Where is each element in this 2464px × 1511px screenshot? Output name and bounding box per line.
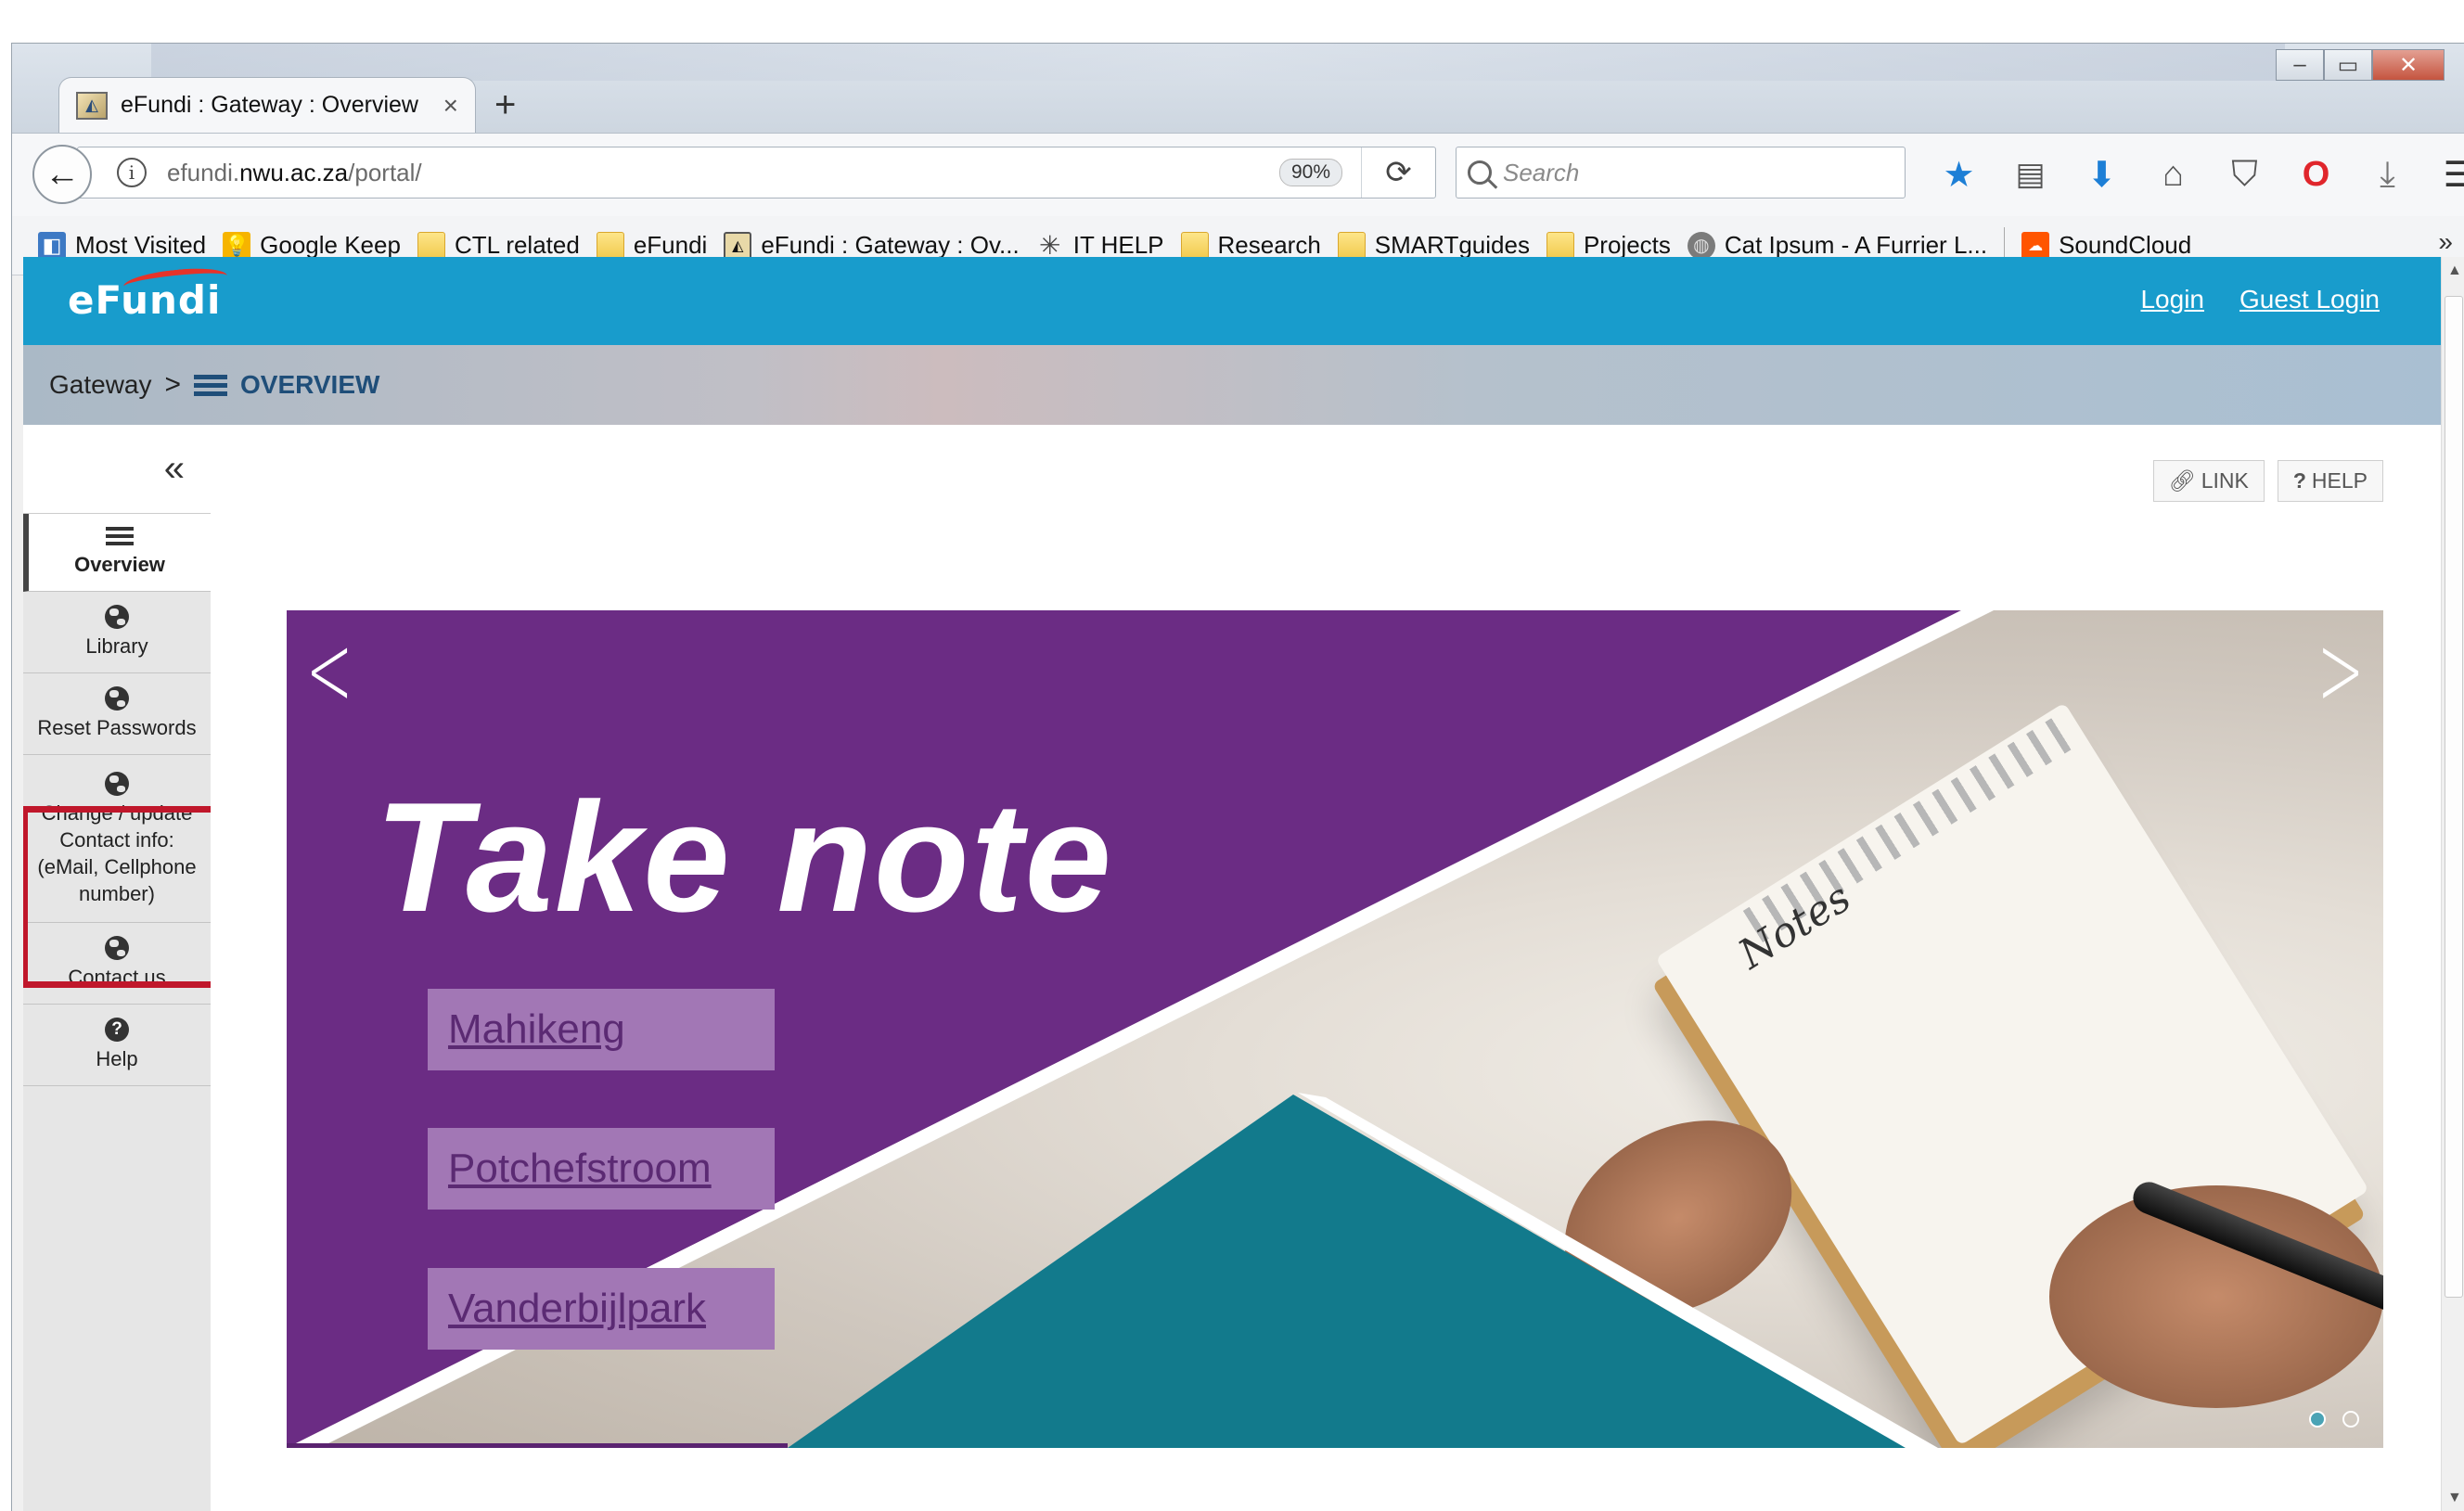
google-keep-icon: 💡 xyxy=(223,231,251,260)
bookmark-projects[interactable]: Projects xyxy=(1546,231,1671,260)
link-button[interactable]: 🔗︎ LINK xyxy=(2152,460,2265,502)
campus-button-vanderbijlpark[interactable]: Vanderbijlpark xyxy=(428,1268,775,1350)
close-window-icon[interactable]: ✕ xyxy=(2372,49,2445,81)
page-actions: 🔗︎ LINK ? HELP xyxy=(2152,460,2383,502)
bookmark-efundi-folder[interactable]: eFundi xyxy=(596,231,707,260)
sidebar-item-contact-us[interactable]: Contact us xyxy=(23,923,211,1005)
most-visited-icon: ◧ xyxy=(38,231,66,260)
bookmark-it-help[interactable]: ✳ IT HELP xyxy=(1036,231,1164,260)
zoom-level-badge[interactable]: 90% xyxy=(1278,159,1342,186)
folder-icon xyxy=(1337,231,1366,260)
image-carousel: Notes Take note Mahikeng Potchefstroom V… xyxy=(287,610,2383,1448)
reading-list-icon[interactable]: ▤ xyxy=(1995,147,2066,202)
sidebar-item-change-contact-info[interactable]: Change / update Contact info: (eMail, Ce… xyxy=(23,755,211,923)
menu-icon[interactable]: ☰ xyxy=(2423,147,2464,202)
site-info-icon[interactable]: i xyxy=(117,158,147,187)
carousel-dot-1[interactable] xyxy=(2309,1411,2326,1428)
tab-efundi[interactable]: ◭ eFundi : Gateway : Overview × xyxy=(58,77,476,133)
globe-icon xyxy=(105,936,129,960)
breadcrumb-gateway[interactable]: Gateway xyxy=(49,370,152,400)
bookmark-cat-ipsum[interactable]: ◍ Cat Ipsum - A Furrier L... xyxy=(1687,231,1987,260)
new-tab-button[interactable]: + xyxy=(494,84,516,126)
navigation-toolbar: ← i efundi.nwu.ac.za/portal/ 90% ⟳ Searc… xyxy=(12,133,2464,216)
reload-icon[interactable]: ⟳ xyxy=(1361,147,1435,198)
folder-icon xyxy=(596,231,624,260)
list-icon xyxy=(194,374,228,396)
question-icon: ? xyxy=(105,1018,129,1042)
campus-button-mahikeng[interactable]: Mahikeng xyxy=(428,989,775,1070)
bookmark-smartguides[interactable]: SMARTguides xyxy=(1337,231,1530,260)
breadcrumb: Gateway > OVERVIEW xyxy=(23,345,2441,425)
carousel-next-icon[interactable]: > xyxy=(2317,610,2365,729)
breadcrumb-separator: > xyxy=(164,369,182,400)
efundi-favicon-icon: ◭ xyxy=(76,91,108,120)
bookmarks-overflow-icon[interactable]: » xyxy=(2438,227,2453,257)
search-icon xyxy=(1468,160,1492,185)
sidebar-item-overview[interactable]: Overview xyxy=(23,514,211,592)
page-viewport: eFundi Login Guest Login Gateway > OVERV… xyxy=(23,257,2441,1511)
sidebar-item-library[interactable]: Library xyxy=(23,592,211,673)
site-header: eFundi Login Guest Login xyxy=(23,257,2441,345)
downloads-icon[interactable]: ⤓ xyxy=(2352,147,2423,202)
login-links: Login Guest Login xyxy=(2140,285,2380,314)
list-icon xyxy=(34,527,205,545)
maximize-icon[interactable]: ▭ xyxy=(2324,49,2372,81)
bookmark-soundcloud[interactable]: ☁ SoundCloud xyxy=(2021,231,2191,260)
globe-icon xyxy=(105,605,129,629)
bookmark-research[interactable]: Research xyxy=(1180,231,1321,260)
link-icon: 🔗︎ xyxy=(2168,468,2196,493)
carousel-dots xyxy=(2309,1411,2359,1428)
home-icon[interactable]: ⌂ xyxy=(2137,147,2209,202)
scroll-down-icon[interactable]: ▼ xyxy=(2447,1490,2462,1506)
carousel-caption: Take note xyxy=(375,770,1113,944)
bookmark-ctl-related[interactable]: CTL related xyxy=(417,231,580,260)
efundi-logo[interactable]: eFundi xyxy=(68,277,221,323)
login-link[interactable]: Login xyxy=(2140,285,2204,314)
question-icon: ? xyxy=(2292,468,2306,493)
bookmark-star-icon[interactable]: ★ xyxy=(1923,147,1995,202)
bookmark-most-visited[interactable]: ◧ Most Visited xyxy=(38,231,206,260)
carousel-prev-icon[interactable]: < xyxy=(306,610,353,729)
carousel-dot-2[interactable] xyxy=(2342,1411,2359,1428)
url-bar[interactable]: i efundi.nwu.ac.za/portal/ 90% ⟳ xyxy=(77,147,1436,198)
tab-close-icon[interactable]: × xyxy=(443,91,458,121)
url-text[interactable]: efundi.nwu.ac.za/portal/ xyxy=(167,159,1279,187)
folder-icon xyxy=(417,231,445,260)
search-input[interactable]: Search xyxy=(1503,159,1579,187)
guest-login-link[interactable]: Guest Login xyxy=(2239,285,2380,314)
opera-icon[interactable]: O xyxy=(2280,147,2352,202)
efundi-favicon-icon: ◭ xyxy=(724,231,752,260)
scroll-up-icon[interactable]: ▲ xyxy=(2447,263,2462,279)
globe-icon xyxy=(105,686,129,711)
sidebar-item-reset-passwords[interactable]: Reset Passwords xyxy=(23,673,211,755)
breadcrumb-current: OVERVIEW xyxy=(240,370,380,399)
campus-button-potchefstroom[interactable]: Potchefstroom xyxy=(428,1128,775,1210)
vertical-scrollbar[interactable]: ▲ ▼ xyxy=(2441,257,2464,1511)
highlight-arrow-icon xyxy=(23,890,25,912)
tab-strip: – ▭ ✕ ◭ eFundi : Gateway : Overview × + xyxy=(12,44,2464,133)
folder-icon xyxy=(1180,231,1209,260)
sidebar-item-help[interactable]: ? Help xyxy=(23,1005,211,1086)
back-arrow-icon[interactable]: ← xyxy=(32,145,92,204)
globe-icon: ◍ xyxy=(1687,231,1715,260)
folder-icon xyxy=(1546,231,1574,260)
collapse-sidebar-icon[interactable]: « xyxy=(23,425,211,514)
bookmark-google-keep[interactable]: 💡 Google Keep xyxy=(223,231,401,260)
browser-window: – ▭ ✕ ◭ eFundi : Gateway : Overview × + … xyxy=(11,43,2464,1511)
soundcloud-icon: ☁ xyxy=(2021,231,2050,260)
it-help-icon: ✳ xyxy=(1039,231,1061,260)
main-content: 🔗︎ LINK ? HELP Notes Take note Mahikeng … xyxy=(211,425,2441,1511)
window-controls: – ▭ ✕ xyxy=(2276,49,2445,83)
download-icon[interactable]: ⬇ xyxy=(2066,147,2137,202)
help-button[interactable]: ? HELP xyxy=(2277,460,2383,502)
minimize-icon[interactable]: – xyxy=(2276,49,2324,81)
scrollbar-thumb[interactable] xyxy=(2445,296,2463,1298)
bookmark-efundi-gateway[interactable]: ◭ eFundi : Gateway : Ov... xyxy=(724,231,1020,260)
tool-sidebar: « Overview Library Reset Passwords Chang… xyxy=(23,425,211,1511)
toolbar-icons: ★ ▤ ⬇ ⌂ ⛉ O ⤓ ☰ xyxy=(1923,147,2464,202)
tab-title: eFundi : Gateway : Overview xyxy=(121,92,418,118)
search-bar[interactable]: Search xyxy=(1456,147,1906,198)
pocket-icon[interactable]: ⛉ xyxy=(2209,147,2280,202)
globe-icon xyxy=(105,772,129,796)
